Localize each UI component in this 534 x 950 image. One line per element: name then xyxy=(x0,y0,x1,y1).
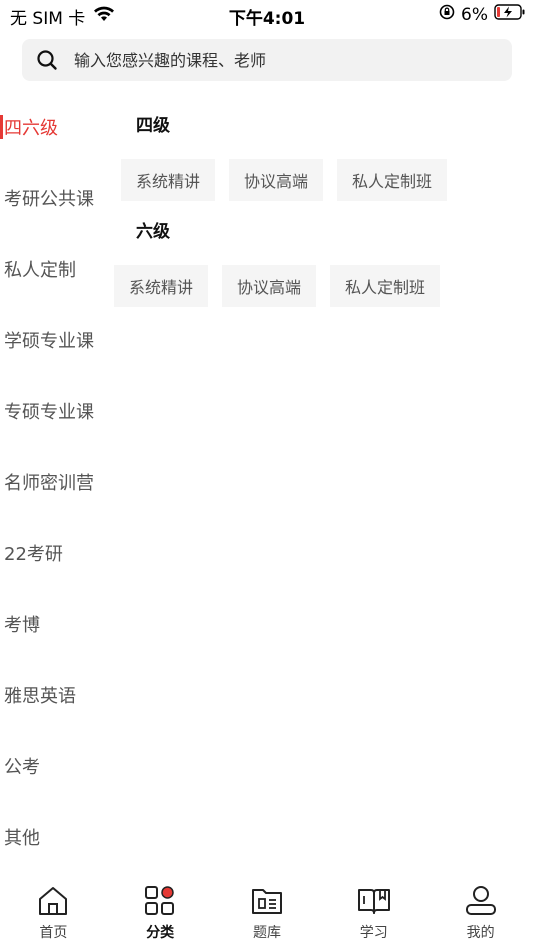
tab-profile[interactable]: 我的 xyxy=(427,872,534,950)
tab-study[interactable]: 学习 xyxy=(320,872,427,950)
sidebar-item-kaoyan-22[interactable]: 22考研 xyxy=(0,517,110,588)
bottom-tab-bar: 首页 分类 题库 学习 我的 xyxy=(0,872,534,950)
chip-cet6-private[interactable]: 私人定制班 xyxy=(330,265,441,307)
category-icon xyxy=(143,884,177,918)
active-indicator xyxy=(0,115,3,139)
search-icon xyxy=(36,49,58,71)
tab-question-bank[interactable]: 题库 xyxy=(214,872,321,950)
sidebar-item-label: 私人定制 xyxy=(4,259,76,281)
sidebar-item-label: 考研公共课 xyxy=(4,188,94,210)
tab-label: 首页 xyxy=(39,925,68,941)
sidebar-item-phd-exam[interactable]: 考博 xyxy=(0,588,110,659)
chip-cet6-systematic[interactable]: 系统精讲 xyxy=(114,265,209,307)
tab-label: 学习 xyxy=(359,925,388,941)
category-sidebar: 四六级 考研公共课 私人定制 学硕专业课 专硕专业课 名师密训营 22考研 考博… xyxy=(0,91,110,871)
tab-category[interactable]: 分类 xyxy=(107,872,214,950)
battery-percent: 6% xyxy=(461,4,488,25)
app-screen: 无 SIM 卡 下午4:01 6% 输入您感兴趣的课程、老师 四六级 考研公共课… xyxy=(0,0,534,950)
chip-cet4-systematic[interactable]: 系统精讲 xyxy=(121,159,216,201)
sidebar-item-master-camp[interactable]: 名师密训营 xyxy=(0,446,110,517)
tab-label: 题库 xyxy=(252,925,281,941)
sidebar-item-label: 考博 xyxy=(4,614,40,636)
sidebar-item-academic-major[interactable]: 学硕专业课 xyxy=(0,304,110,375)
search-bar[interactable] xyxy=(22,39,512,81)
status-bar: 无 SIM 卡 下午4:01 6% xyxy=(0,0,534,32)
tab-home[interactable]: 首页 xyxy=(0,872,107,950)
sidebar-item-ielts[interactable]: 雅思英语 xyxy=(0,659,110,730)
tab-label: 分类 xyxy=(146,925,175,941)
battery-charging-icon xyxy=(494,4,526,25)
category-content: 四级 系统精讲 协议高端 私人定制班 六级 系统精讲 协议高端 私人定制班 xyxy=(110,91,534,307)
sidebar-item-label: 雅思英语 xyxy=(4,685,76,707)
sidebar-item-label: 学硕专业课 xyxy=(4,330,94,352)
chip-cet4-agreement[interactable]: 协议高端 xyxy=(229,159,324,201)
status-right: 6% xyxy=(439,4,526,25)
profile-icon xyxy=(464,884,498,918)
sidebar-item-private-custom[interactable]: 私人定制 xyxy=(0,233,110,304)
sidebar-item-label: 名师密训营 xyxy=(4,472,94,494)
search-input[interactable] xyxy=(72,49,512,71)
tab-label: 我的 xyxy=(466,925,495,941)
sidebar-item-label: 22考研 xyxy=(4,543,63,565)
chip-cet6-agreement[interactable]: 协议高端 xyxy=(222,265,317,307)
sidebar-item-label: 四六级 xyxy=(4,117,58,139)
section-title-cet4: 四级 xyxy=(136,116,170,136)
sidebar-item-label: 其他 xyxy=(4,827,40,849)
chip-row-cet6: 系统精讲 协议高端 私人定制班 xyxy=(110,265,534,307)
home-icon xyxy=(36,884,70,918)
sidebar-item-kaoyan-public[interactable]: 考研公共课 xyxy=(0,162,110,233)
sidebar-item-professional-major[interactable]: 专硕专业课 xyxy=(0,375,110,446)
question-bank-icon xyxy=(250,884,284,918)
section-title-cet6: 六级 xyxy=(136,222,170,242)
sidebar-item-civil-service[interactable]: 公考 xyxy=(0,730,110,801)
sidebar-item-label: 公考 xyxy=(4,756,40,778)
study-icon xyxy=(357,884,391,918)
chip-row-cet4: 系统精讲 协议高端 私人定制班 xyxy=(110,159,534,201)
orientation-lock-icon xyxy=(439,4,455,25)
chip-cet4-private[interactable]: 私人定制班 xyxy=(337,159,448,201)
sidebar-item-other[interactable]: 其他 xyxy=(0,801,110,872)
sidebar-item-label: 专硕专业课 xyxy=(4,401,94,423)
sidebar-item-cet46[interactable]: 四六级 xyxy=(0,91,110,162)
